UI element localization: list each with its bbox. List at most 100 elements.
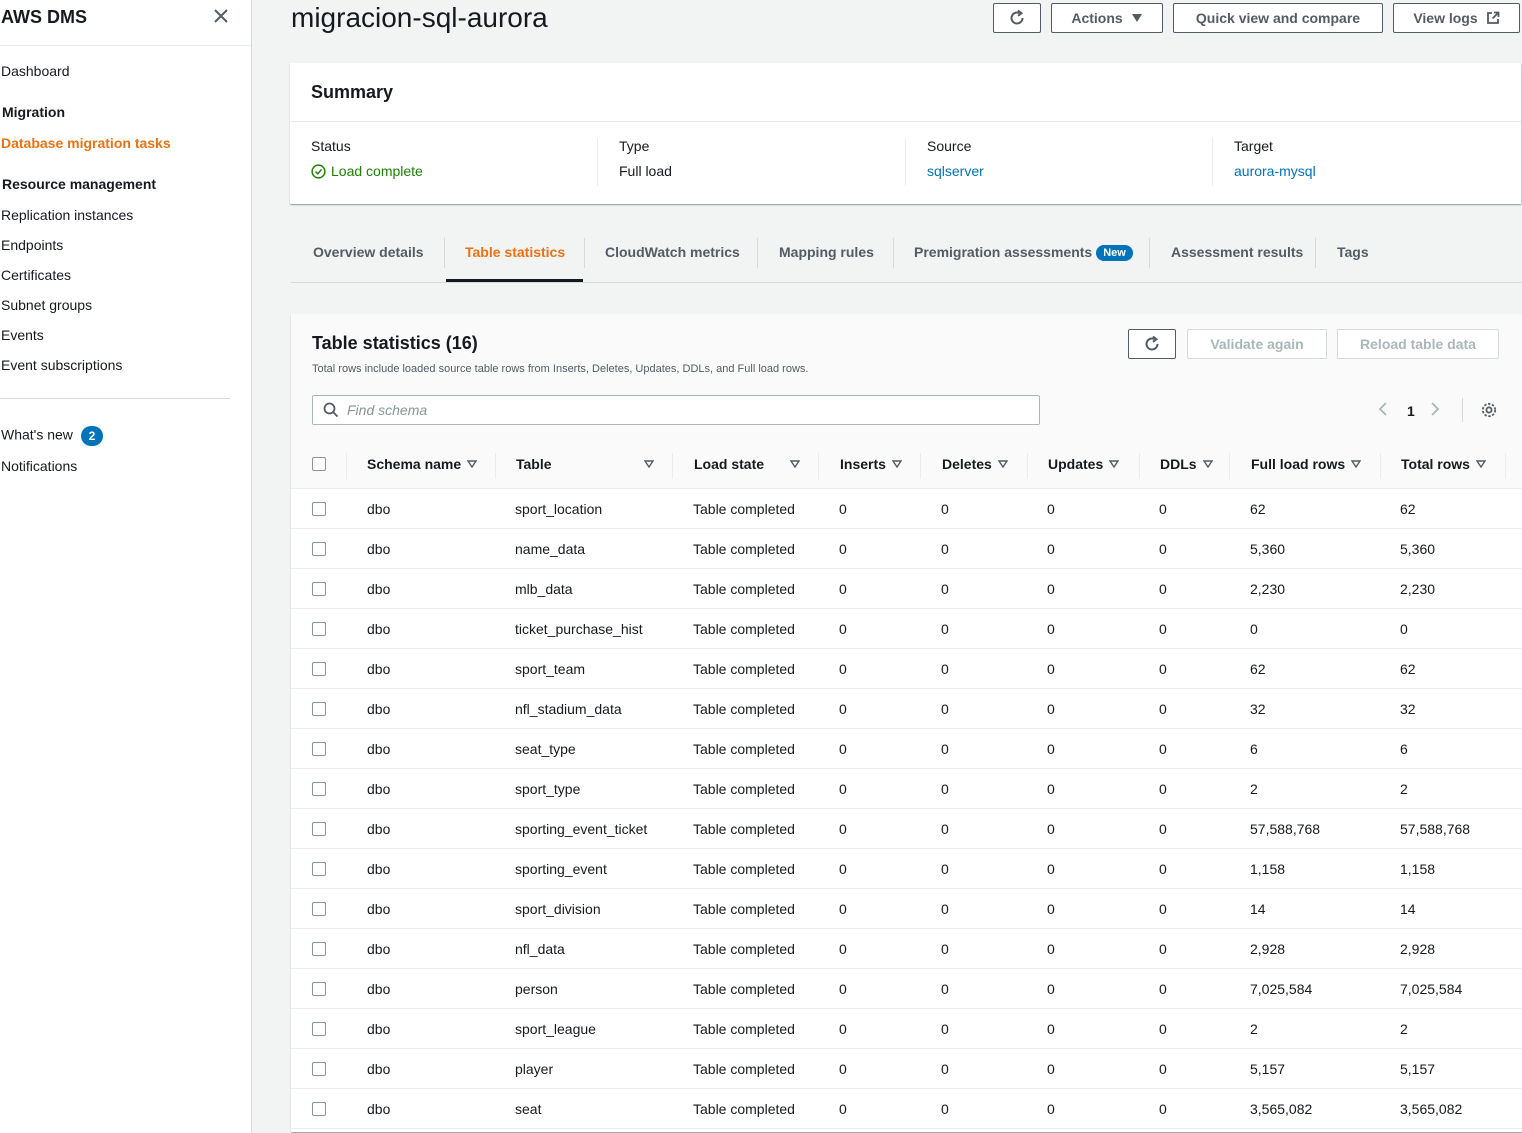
- table-row[interactable]: dbo person Table completed 0 0 0 0 7,025,584 7,0…: [291, 969, 1522, 1009]
- table-row[interactable]: dbo player Table completed 0 0 0 0 5,157 5,157: [291, 1049, 1522, 1089]
- active-tab-indicator: [446, 279, 583, 282]
- column-header-schema-name[interactable]: Schema name: [367, 456, 478, 472]
- row-checkbox[interactable]: [312, 822, 326, 836]
- sidebar-item-replication-instances[interactable]: Replication instances: [1, 207, 133, 223]
- table-row[interactable]: dbo sporting_event_ticket Table completed 0…: [291, 809, 1522, 849]
- inserts-cell: 0: [839, 661, 847, 677]
- sidebar-title[interactable]: AWS DMS: [1, 7, 87, 28]
- row-checkbox[interactable]: [312, 902, 326, 916]
- full-load-rows-cell: 0: [1250, 621, 1258, 637]
- table-row[interactable]: dbo sport_league Table completed 0 0 0 0 2 2: [291, 1009, 1522, 1049]
- load-state-cell: Table completed: [693, 941, 795, 957]
- premigration-assessments-label: Premigration assessments: [914, 244, 1093, 260]
- table-row[interactable]: dbo seat_type Table completed 0 0 0 0 6 6: [291, 729, 1522, 769]
- actions-dropdown-button[interactable]: Actions: [1051, 3, 1163, 33]
- table-row[interactable]: dbo seat Table completed 0 0 0 0 3,565,082 3,565…: [291, 1089, 1522, 1129]
- row-checkbox[interactable]: [312, 582, 326, 596]
- load-state-cell: Table completed: [693, 821, 795, 837]
- column-header-ddls[interactable]: DDLs: [1160, 456, 1213, 472]
- sidebar-item-dashboard[interactable]: Dashboard: [1, 63, 70, 79]
- table-row[interactable]: dbo sport_division Table completed 0 0 0 0 14 14: [291, 889, 1522, 929]
- row-checkbox[interactable]: [312, 942, 326, 956]
- schema-name-cell: dbo: [367, 861, 391, 877]
- tab-tags[interactable]: Tags: [1337, 244, 1369, 260]
- source-link[interactable]: sqlserver: [927, 163, 1205, 179]
- find-schema-input[interactable]: [347, 402, 1027, 418]
- sort-icon: [1475, 460, 1486, 468]
- column-header-deletes[interactable]: Deletes: [942, 456, 1008, 472]
- tab-assessment-results[interactable]: Assessment results: [1171, 244, 1303, 260]
- current-page-number[interactable]: 1: [1407, 403, 1415, 419]
- search-box: [312, 395, 1040, 425]
- row-checkbox[interactable]: [312, 982, 326, 996]
- inserts-cell: 0: [839, 981, 847, 997]
- quick-view-and-compare-button[interactable]: Quick view and compare: [1173, 3, 1383, 33]
- table-row[interactable]: dbo sport_team Table completed 0 0 0 0 62 62: [291, 649, 1522, 689]
- table-row[interactable]: dbo nfl_stadium_data Table completed 0 0 0 0 32…: [291, 689, 1522, 729]
- column-label: Load state: [694, 456, 765, 472]
- table-row[interactable]: dbo nfl_data Table completed 0 0 0 0 2,928 2,928: [291, 929, 1522, 969]
- row-checkbox[interactable]: [312, 542, 326, 556]
- page-title: migracion-sql-aurora: [291, 2, 548, 33]
- ddls-cell: 0: [1159, 1101, 1167, 1117]
- table-row[interactable]: dbo mlb_data Table completed 0 0 0 0 2,230 2,230: [291, 569, 1522, 609]
- sidebar-item-certificates[interactable]: Certificates: [1, 267, 71, 283]
- previous-page-icon[interactable]: [1377, 401, 1389, 420]
- view-logs-button[interactable]: View logs: [1393, 3, 1520, 33]
- row-checkbox[interactable]: [312, 1062, 326, 1076]
- sidebar-item-database-migration-tasks[interactable]: Database migration tasks: [1, 135, 171, 151]
- row-checkbox[interactable]: [312, 622, 326, 636]
- row-checkbox[interactable]: [312, 862, 326, 876]
- table-refresh-button[interactable]: [1128, 329, 1176, 359]
- column-header-load-state[interactable]: Load state: [694, 456, 800, 472]
- select-all-checkbox[interactable]: [312, 457, 326, 471]
- table-cell: mlb_data: [515, 581, 573, 597]
- sidebar-item-whats-new[interactable]: What's new 2: [1, 426, 103, 446]
- load-state-cell: Table completed: [693, 1061, 795, 1077]
- tab-cloudwatch-metrics[interactable]: CloudWatch metrics: [605, 244, 740, 260]
- table-row[interactable]: dbo name_data Table completed 0 0 0 0 5,360 5,36…: [291, 529, 1522, 569]
- column-header-updates[interactable]: Updates: [1048, 456, 1120, 472]
- total-rows-cell: 2,928: [1400, 941, 1436, 957]
- refresh-button[interactable]: [993, 3, 1041, 33]
- table-cell: person: [515, 981, 558, 997]
- sidebar-section-resource-management: Resource management: [2, 176, 157, 192]
- sidebar-item-notifications[interactable]: Notifications: [1, 458, 77, 474]
- sidebar-item-endpoints[interactable]: Endpoints: [1, 237, 63, 253]
- row-checkbox[interactable]: [312, 782, 326, 796]
- total-rows-cell: 5,360: [1400, 541, 1436, 557]
- table-row[interactable]: dbo sport_location Table completed 0 0 0 0 62 62: [291, 489, 1522, 529]
- refresh-icon: [1010, 9, 1024, 25]
- row-checkbox[interactable]: [312, 742, 326, 756]
- table-row[interactable]: dbo ticket_purchase_hist Table completed 0 0…: [291, 609, 1522, 649]
- column-header-full-load-rows[interactable]: Full load rows: [1251, 456, 1362, 472]
- row-checkbox[interactable]: [312, 1102, 326, 1116]
- load-state-cell: Table completed: [693, 901, 795, 917]
- column-header-total-rows[interactable]: Total rows: [1401, 456, 1486, 472]
- tab-separator: [584, 238, 585, 268]
- row-checkbox[interactable]: [312, 1022, 326, 1036]
- tab-table-statistics[interactable]: Table statistics: [465, 244, 565, 260]
- ddls-cell: 0: [1159, 781, 1167, 797]
- settings-gear-icon[interactable]: [1480, 401, 1498, 422]
- row-checkbox[interactable]: [312, 502, 326, 516]
- sidebar-item-event-subscriptions[interactable]: Event subscriptions: [1, 357, 122, 373]
- column-header-table[interactable]: Table: [516, 456, 654, 472]
- column-header-inserts[interactable]: Inserts: [840, 456, 902, 472]
- tab-mapping-rules[interactable]: Mapping rules: [779, 244, 874, 260]
- close-icon[interactable]: [210, 5, 232, 27]
- external-link-icon: [1486, 11, 1500, 24]
- target-link[interactable]: aurora-mysql: [1234, 163, 1512, 179]
- tab-premigration-assessments[interactable]: Premigration assessments New: [914, 244, 1133, 262]
- full-load-rows-cell: 6: [1250, 741, 1258, 757]
- table-row[interactable]: dbo sport_type Table completed 0 0 0 0 2 2: [291, 769, 1522, 809]
- row-checkbox[interactable]: [312, 662, 326, 676]
- tab-overview-details[interactable]: Overview details: [313, 244, 424, 260]
- sidebar-item-subnet-groups[interactable]: Subnet groups: [1, 297, 92, 313]
- reload-table-data-button[interactable]: Reload table data: [1337, 329, 1499, 359]
- next-page-icon[interactable]: [1429, 401, 1441, 420]
- row-checkbox[interactable]: [312, 702, 326, 716]
- sidebar-item-events[interactable]: Events: [1, 327, 44, 343]
- validate-again-button[interactable]: Validate again: [1187, 329, 1327, 359]
- table-row[interactable]: dbo sporting_event Table completed 0 0 0 0 1,15…: [291, 849, 1522, 889]
